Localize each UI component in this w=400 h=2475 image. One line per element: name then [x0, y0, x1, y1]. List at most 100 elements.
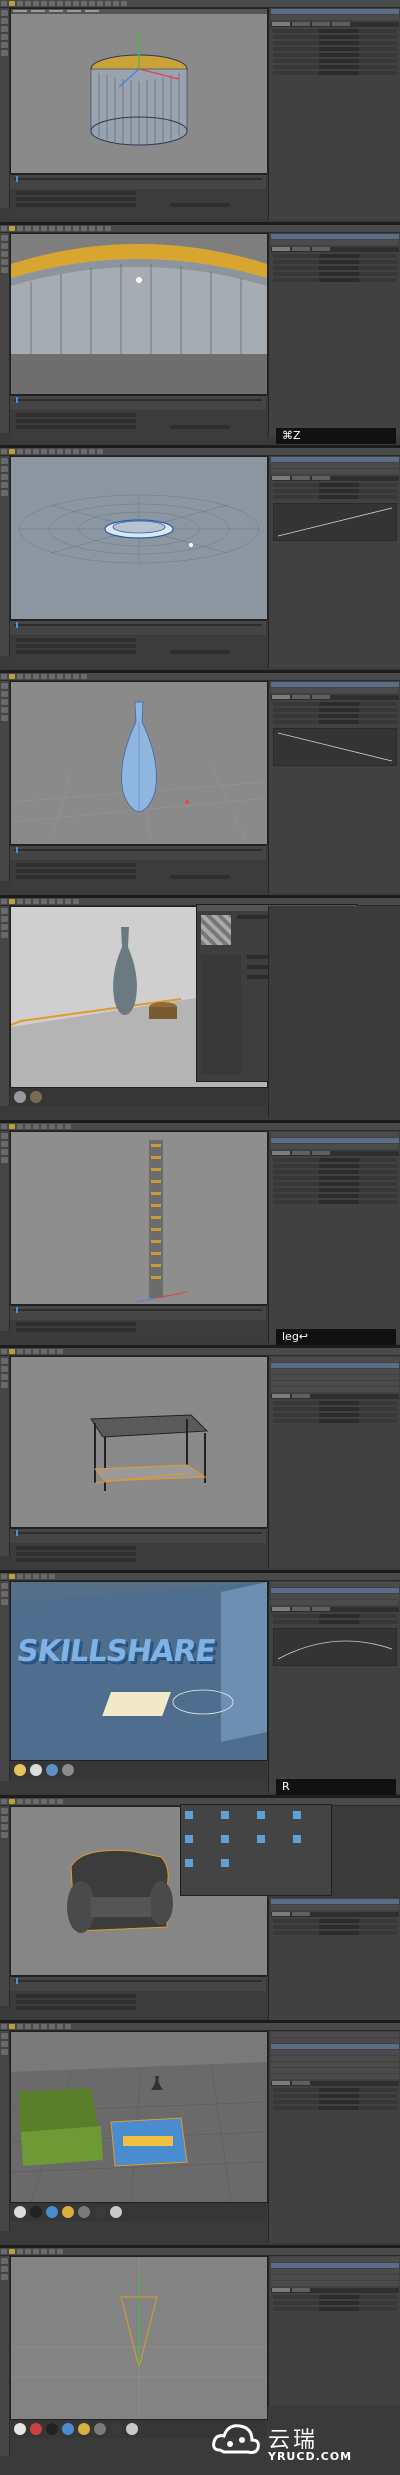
array-icon[interactable]	[89, 1, 95, 6]
left-toolbar[interactable]	[0, 2031, 10, 2231]
coordinates-manager[interactable]	[10, 189, 266, 219]
spline-graph[interactable]	[273, 503, 397, 541]
coordinates-manager[interactable]	[10, 1992, 266, 2016]
z-axis-icon[interactable]	[49, 1, 55, 6]
attribute-tabs[interactable]	[271, 22, 399, 27]
timeline[interactable]	[10, 845, 266, 860]
keystroke-overlay: ⌘Z	[276, 428, 396, 444]
viewport[interactable]	[10, 2031, 268, 2203]
toolbar[interactable]	[0, 225, 400, 233]
object-row[interactable]	[271, 9, 399, 14]
toolbar[interactable]	[0, 1573, 400, 1581]
toolbar[interactable]	[0, 2023, 400, 2031]
object-manager[interactable]	[268, 2256, 400, 2406]
toolbar[interactable]	[0, 1348, 400, 1356]
scene-icon[interactable]	[105, 1, 111, 6]
primitives-popup[interactable]	[180, 1804, 332, 1896]
material-swatch[interactable]	[46, 1764, 58, 1776]
timeline[interactable]	[10, 174, 266, 189]
scale-tool-icon[interactable]	[17, 1, 23, 6]
left-toolbar[interactable]	[0, 906, 10, 1106]
edges-mode-icon[interactable]	[1, 26, 8, 32]
coordinates-manager[interactable]	[10, 1544, 266, 1568]
coordinates-manager[interactable]	[10, 1320, 266, 1342]
viewport[interactable]	[10, 1131, 268, 1305]
snap-icon[interactable]	[1, 50, 8, 56]
object-manager[interactable]	[268, 2031, 400, 2243]
viewport-canvas	[11, 701, 267, 844]
left-toolbar[interactable]	[0, 1356, 10, 1556]
attributes-manager[interactable]	[268, 1898, 400, 2020]
panel-table	[0, 1348, 400, 1570]
light-icon[interactable]	[121, 1, 127, 6]
viewport[interactable]	[10, 8, 268, 174]
viewport[interactable]: SKILLSHARE	[10, 1581, 268, 1761]
left-toolbar[interactable]	[0, 681, 10, 881]
timeline[interactable]	[10, 1976, 266, 1991]
panel-cylinder-closeup	[0, 225, 400, 445]
spline-graph[interactable]	[273, 728, 397, 766]
axis-icon[interactable]	[1, 42, 8, 48]
rotate-tool-icon[interactable]	[25, 1, 31, 6]
attributes-manager[interactable]	[268, 233, 400, 437]
left-toolbar[interactable]	[0, 233, 10, 433]
material-swatch[interactable]	[14, 1764, 26, 1776]
left-toolbar[interactable]	[0, 1581, 10, 1781]
toolbar[interactable]	[0, 2248, 400, 2256]
viewport[interactable]	[10, 681, 268, 845]
toolbar[interactable]	[0, 0, 400, 8]
undo-icon[interactable]	[1, 1, 7, 6]
cloud-logo-icon	[212, 2424, 260, 2454]
material-preview	[201, 915, 231, 945]
toolbar[interactable]	[0, 1123, 400, 1131]
attributes-manager[interactable]	[268, 681, 400, 893]
y-axis-icon[interactable]	[41, 1, 47, 6]
attributes-manager[interactable]	[268, 906, 400, 1118]
left-toolbar[interactable]	[0, 2256, 10, 2456]
viewport[interactable]	[10, 1356, 268, 1528]
material-swatch[interactable]	[62, 1764, 74, 1776]
points-mode-icon[interactable]	[1, 18, 8, 24]
camera-icon[interactable]	[113, 1, 119, 6]
polygons-mode-icon[interactable]	[1, 34, 8, 40]
viewport[interactable]	[10, 233, 268, 395]
material-manager[interactable]	[10, 2203, 266, 2221]
left-toolbar[interactable]	[0, 456, 10, 656]
viewport[interactable]	[10, 2256, 268, 2420]
material-swatch[interactable]	[14, 1091, 26, 1103]
coordinates-manager[interactable]	[10, 861, 266, 891]
toolbar[interactable]	[0, 448, 400, 456]
object-row[interactable]	[271, 15, 399, 20]
deformer-icon[interactable]	[97, 1, 103, 6]
material-manager[interactable]	[10, 1088, 266, 1106]
left-toolbar[interactable]	[0, 1806, 10, 2006]
left-toolbar[interactable]	[0, 1131, 10, 1331]
mode-icon[interactable]	[1, 10, 8, 16]
x-axis-icon[interactable]	[33, 1, 39, 6]
attributes-manager[interactable]	[268, 8, 400, 220]
spline-graph[interactable]	[273, 1628, 397, 1666]
object-manager[interactable]	[268, 1356, 400, 1568]
coordinates-manager[interactable]	[10, 636, 266, 666]
material-swatch[interactable]	[30, 1091, 42, 1103]
material-swatch[interactable]	[30, 1764, 42, 1776]
timeline[interactable]	[10, 620, 266, 635]
left-toolbar[interactable]	[0, 8, 10, 208]
render-icon[interactable]	[57, 1, 63, 6]
material-manager[interactable]	[10, 1761, 266, 1779]
object-manager[interactable]	[268, 1581, 400, 1793]
nurbs-icon[interactable]	[81, 1, 87, 6]
panel-scene	[0, 2023, 400, 2245]
timeline[interactable]	[10, 395, 266, 410]
cube-icon[interactable]	[73, 1, 79, 6]
viewport[interactable]	[10, 456, 268, 620]
attributes-manager[interactable]	[268, 456, 400, 668]
timeline[interactable]	[10, 1305, 266, 1320]
coordinates-manager[interactable]	[10, 411, 266, 441]
attributes-manager[interactable]	[268, 1131, 400, 1343]
render-settings-icon[interactable]	[65, 1, 71, 6]
timeline[interactable]	[10, 1528, 266, 1543]
toolbar[interactable]	[0, 673, 400, 681]
move-tool-icon[interactable]	[9, 1, 15, 6]
viewport-menu[interactable]	[11, 9, 267, 14]
